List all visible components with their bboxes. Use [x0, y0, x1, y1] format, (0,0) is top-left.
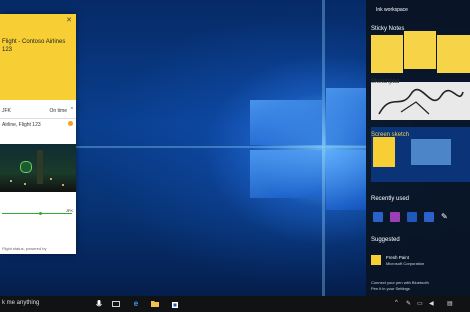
light-beam [322, 0, 325, 296]
suggested-label: Suggested [371, 237, 400, 243]
edge-icon[interactable]: e [131, 299, 141, 309]
recent-app-1-icon[interactable] [373, 212, 383, 222]
origin-code: JFK [2, 108, 11, 114]
recent-app-3-icon[interactable] [407, 212, 417, 222]
task-view-icon[interactable] [111, 299, 121, 309]
suggested-app-name: Fresh Paint [386, 255, 410, 260]
pen-hint-line2: Pen it in your Settings [371, 286, 410, 291]
sticky-note[interactable] [437, 35, 470, 73]
action-center-icon[interactable]: ▤ [447, 300, 453, 307]
cortana-search-box[interactable]: k me anything [2, 300, 39, 306]
flight-card-header: ✕ Flight - Contoso Airlines 123 [0, 14, 76, 100]
pen-app-icon[interactable]: ✎ [441, 212, 451, 222]
flight-label: Airline, Flight 123 [2, 122, 41, 128]
recent-app-4-icon[interactable] [424, 212, 434, 222]
recent-app-2-icon[interactable] [390, 212, 400, 222]
progress-dot [39, 212, 42, 215]
sketchpad-tile[interactable] [371, 82, 470, 120]
chevron-up-icon[interactable]: ^ [71, 107, 73, 113]
airline-badge-icon [20, 161, 32, 173]
file-explorer-icon[interactable] [150, 299, 160, 309]
panel-title: Ink workspace [376, 7, 408, 13]
windows-logo-pane [250, 150, 322, 198]
ink-workspace-panel: Ink workspace Sticky Notes Sketchpad Scr… [366, 0, 470, 296]
city-light [50, 178, 52, 180]
volume-icon[interactable]: ◀ [429, 300, 434, 307]
flight-card[interactable]: ✕ Flight - Contoso Airlines 123 JFK On t… [0, 14, 76, 254]
city-light [10, 180, 12, 182]
suggested-app-publisher: Microsoft Corporation [386, 261, 425, 266]
windows-logo-pane [326, 88, 366, 145]
sketch-preview-card [373, 137, 395, 167]
screen-sketch-label: Screen sketch [371, 132, 410, 138]
city-photo [0, 144, 76, 192]
sketch-preview-glow [411, 139, 451, 165]
network-icon[interactable]: ▭ [417, 300, 423, 307]
sticky-note[interactable] [404, 31, 436, 69]
city-light [62, 184, 64, 186]
sketchpad-label: Sketchpad [371, 79, 400, 85]
flight-progress-bar [2, 213, 72, 214]
sticky-notes-label: Sticky Notes [371, 26, 405, 32]
flight-title: Flight - Contoso Airlines 123 [2, 39, 66, 53]
sticky-note[interactable] [371, 35, 403, 73]
store-icon[interactable] [170, 299, 180, 309]
flight-status-row: JFK On time ^ [0, 106, 76, 119]
tray-up-arrow-icon[interactable]: ^ [395, 300, 398, 306]
arrive-code: JFK [65, 208, 73, 213]
pen-hint-line1: Connect your pen with Bluetooth [371, 280, 429, 285]
city-light [24, 183, 26, 185]
windows-logo-pane [250, 100, 322, 145]
fresh-paint-icon [371, 255, 381, 265]
pen-tray-icon[interactable]: ✎ [406, 300, 411, 307]
close-icon[interactable]: ✕ [66, 16, 72, 24]
airline-logo-icon [68, 121, 73, 126]
windows-logo-pane [326, 150, 366, 210]
status-text: On time [49, 108, 67, 114]
sketch-drawing [378, 88, 464, 115]
taskbar: k me anything e ^ ✎ ▭ ◀ ▤ [0, 296, 470, 312]
microphone-icon[interactable] [94, 299, 104, 309]
tower-silhouette [37, 150, 43, 184]
recently-used-label: Recently used [371, 196, 410, 202]
